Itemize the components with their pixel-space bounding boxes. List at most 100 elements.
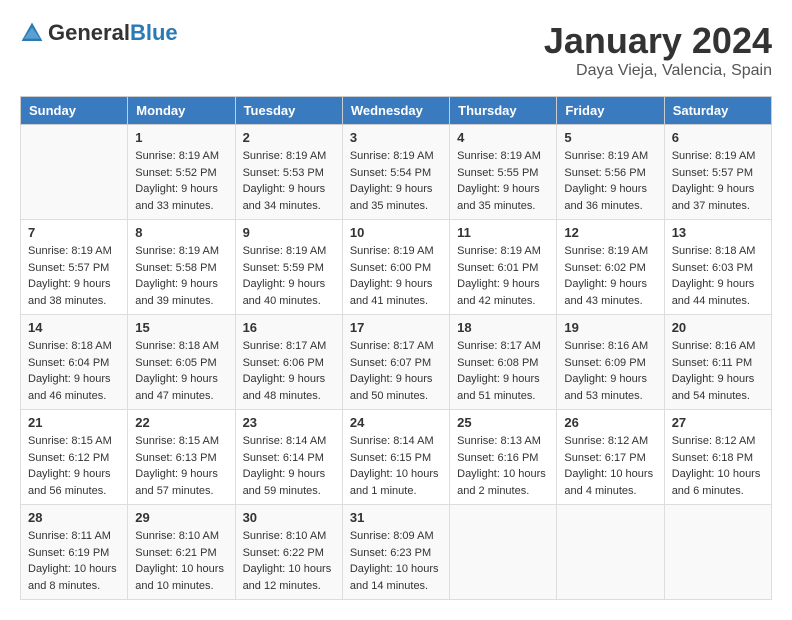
day-cell	[21, 125, 128, 220]
day-info: Sunrise: 8:19 AM Sunset: 5:53 PM Dayligh…	[243, 148, 335, 214]
logo-general: General	[48, 20, 130, 45]
day-number: 28	[28, 510, 120, 525]
weekday-header-saturday: Saturday	[664, 97, 771, 125]
day-cell: 11 Sunrise: 8:19 AM Sunset: 6:01 PM Dayli…	[450, 220, 557, 315]
day-number: 7	[28, 225, 120, 240]
day-info: Sunrise: 8:09 AM Sunset: 6:23 PM Dayligh…	[350, 528, 442, 594]
day-number: 18	[457, 320, 549, 335]
day-number: 20	[672, 320, 764, 335]
weekday-header-row: SundayMondayTuesdayWednesdayThursdayFrid…	[21, 97, 772, 125]
day-cell: 4 Sunrise: 8:19 AM Sunset: 5:55 PM Daylig…	[450, 125, 557, 220]
day-number: 24	[350, 415, 442, 430]
day-cell: 21 Sunrise: 8:15 AM Sunset: 6:12 PM Dayli…	[21, 410, 128, 505]
day-number: 6	[672, 130, 764, 145]
day-cell	[664, 505, 771, 600]
day-cell: 8 Sunrise: 8:19 AM Sunset: 5:58 PM Daylig…	[128, 220, 235, 315]
day-info: Sunrise: 8:10 AM Sunset: 6:22 PM Dayligh…	[243, 528, 335, 594]
weekday-header-tuesday: Tuesday	[235, 97, 342, 125]
day-info: Sunrise: 8:19 AM Sunset: 5:52 PM Dayligh…	[135, 148, 227, 214]
day-cell: 3 Sunrise: 8:19 AM Sunset: 5:54 PM Daylig…	[342, 125, 449, 220]
day-number: 3	[350, 130, 442, 145]
day-number: 21	[28, 415, 120, 430]
week-row-1: 1 Sunrise: 8:19 AM Sunset: 5:52 PM Daylig…	[21, 125, 772, 220]
day-cell: 23Sunrise: 8:14 AM Sunset: 6:14 PM Dayli…	[235, 410, 342, 505]
weekday-header-wednesday: Wednesday	[342, 97, 449, 125]
day-number: 5	[564, 130, 656, 145]
day-number: 27	[672, 415, 764, 430]
day-info: Sunrise: 8:16 AM Sunset: 6:09 PM Dayligh…	[564, 338, 656, 404]
day-number: 4	[457, 130, 549, 145]
week-row-4: 21 Sunrise: 8:15 AM Sunset: 6:12 PM Dayli…	[21, 410, 772, 505]
day-cell: 19Sunrise: 8:16 AM Sunset: 6:09 PM Dayli…	[557, 315, 664, 410]
day-number: 29	[135, 510, 227, 525]
day-number: 11	[457, 225, 549, 240]
calendar-table: SundayMondayTuesdayWednesdayThursdayFrid…	[20, 96, 772, 600]
week-row-2: 7 Sunrise: 8:19 AM Sunset: 5:57 PM Daylig…	[21, 220, 772, 315]
weekday-header-friday: Friday	[557, 97, 664, 125]
day-number: 17	[350, 320, 442, 335]
day-cell: 15 Sunrise: 8:18 AM Sunset: 6:05 PM Dayli…	[128, 315, 235, 410]
day-info: Sunrise: 8:19 AM Sunset: 6:01 PM Dayligh…	[457, 243, 549, 309]
page-header: GeneralBlue January 2024 Daya Vieja, Val…	[20, 20, 772, 80]
day-info: Sunrise: 8:12 AM Sunset: 6:18 PM Dayligh…	[672, 433, 764, 499]
day-info: Sunrise: 8:18 AM Sunset: 6:03 PM Dayligh…	[672, 243, 764, 309]
day-number: 1	[135, 130, 227, 145]
day-info: Sunrise: 8:17 AM Sunset: 6:08 PM Dayligh…	[457, 338, 549, 404]
day-cell: 1 Sunrise: 8:19 AM Sunset: 5:52 PM Daylig…	[128, 125, 235, 220]
weekday-header-sunday: Sunday	[21, 97, 128, 125]
day-cell: 12 Sunrise: 8:19 AM Sunset: 6:02 PM Dayli…	[557, 220, 664, 315]
day-number: 30	[243, 510, 335, 525]
week-row-3: 14 Sunrise: 8:18 AM Sunset: 6:04 PM Dayli…	[21, 315, 772, 410]
day-number: 31	[350, 510, 442, 525]
day-info: Sunrise: 8:11 AM Sunset: 6:19 PM Dayligh…	[28, 528, 120, 594]
week-row-5: 28 Sunrise: 8:11 AM Sunset: 6:19 PM Dayli…	[21, 505, 772, 600]
day-info: Sunrise: 8:18 AM Sunset: 6:04 PM Dayligh…	[28, 338, 120, 404]
day-number: 2	[243, 130, 335, 145]
day-number: 8	[135, 225, 227, 240]
day-cell	[450, 505, 557, 600]
day-number: 25	[457, 415, 549, 430]
day-cell	[557, 505, 664, 600]
day-cell: 26Sunrise: 8:12 AM Sunset: 6:17 PM Dayli…	[557, 410, 664, 505]
day-number: 12	[564, 225, 656, 240]
day-cell: 29 Sunrise: 8:10 AM Sunset: 6:21 PM Dayli…	[128, 505, 235, 600]
day-cell: 18 Sunrise: 8:17 AM Sunset: 6:08 PM Dayli…	[450, 315, 557, 410]
logo: GeneralBlue	[20, 20, 178, 46]
day-info: Sunrise: 8:19 AM Sunset: 5:54 PM Dayligh…	[350, 148, 442, 214]
day-number: 13	[672, 225, 764, 240]
day-cell: 31 Sunrise: 8:09 AM Sunset: 6:23 PM Dayli…	[342, 505, 449, 600]
day-info: Sunrise: 8:19 AM Sunset: 5:56 PM Dayligh…	[564, 148, 656, 214]
day-info: Sunrise: 8:19 AM Sunset: 5:58 PM Dayligh…	[135, 243, 227, 309]
day-cell: 25 Sunrise: 8:13 AM Sunset: 6:16 PM Dayli…	[450, 410, 557, 505]
day-cell: 9Sunrise: 8:19 AM Sunset: 5:59 PM Daylig…	[235, 220, 342, 315]
day-info: Sunrise: 8:19 AM Sunset: 6:00 PM Dayligh…	[350, 243, 442, 309]
day-info: Sunrise: 8:19 AM Sunset: 5:59 PM Dayligh…	[243, 243, 335, 309]
day-cell: 17 Sunrise: 8:17 AM Sunset: 6:07 PM Dayli…	[342, 315, 449, 410]
day-info: Sunrise: 8:19 AM Sunset: 5:57 PM Dayligh…	[672, 148, 764, 214]
day-cell: 6 Sunrise: 8:19 AM Sunset: 5:57 PM Daylig…	[664, 125, 771, 220]
day-number: 10	[350, 225, 442, 240]
day-info: Sunrise: 8:19 AM Sunset: 5:57 PM Dayligh…	[28, 243, 120, 309]
location-title: Daya Vieja, Valencia, Spain	[544, 62, 772, 80]
weekday-header-thursday: Thursday	[450, 97, 557, 125]
day-info: Sunrise: 8:18 AM Sunset: 6:05 PM Dayligh…	[135, 338, 227, 404]
day-info: Sunrise: 8:19 AM Sunset: 5:55 PM Dayligh…	[457, 148, 549, 214]
logo-blue: Blue	[130, 20, 178, 45]
day-info: Sunrise: 8:14 AM Sunset: 6:14 PM Dayligh…	[243, 433, 335, 499]
day-cell: 14 Sunrise: 8:18 AM Sunset: 6:04 PM Dayli…	[21, 315, 128, 410]
day-info: Sunrise: 8:16 AM Sunset: 6:11 PM Dayligh…	[672, 338, 764, 404]
day-info: Sunrise: 8:19 AM Sunset: 6:02 PM Dayligh…	[564, 243, 656, 309]
day-info: Sunrise: 8:12 AM Sunset: 6:17 PM Dayligh…	[564, 433, 656, 499]
day-info: Sunrise: 8:13 AM Sunset: 6:16 PM Dayligh…	[457, 433, 549, 499]
day-info: Sunrise: 8:17 AM Sunset: 6:07 PM Dayligh…	[350, 338, 442, 404]
day-cell: 7 Sunrise: 8:19 AM Sunset: 5:57 PM Daylig…	[21, 220, 128, 315]
day-info: Sunrise: 8:15 AM Sunset: 6:12 PM Dayligh…	[28, 433, 120, 499]
day-number: 16	[243, 320, 335, 335]
month-title: January 2024	[544, 20, 772, 62]
day-info: Sunrise: 8:17 AM Sunset: 6:06 PM Dayligh…	[243, 338, 335, 404]
day-cell: 16 Sunrise: 8:17 AM Sunset: 6:06 PM Dayli…	[235, 315, 342, 410]
day-info: Sunrise: 8:10 AM Sunset: 6:21 PM Dayligh…	[135, 528, 227, 594]
day-number: 15	[135, 320, 227, 335]
day-cell: 30 Sunrise: 8:10 AM Sunset: 6:22 PM Dayli…	[235, 505, 342, 600]
day-number: 14	[28, 320, 120, 335]
